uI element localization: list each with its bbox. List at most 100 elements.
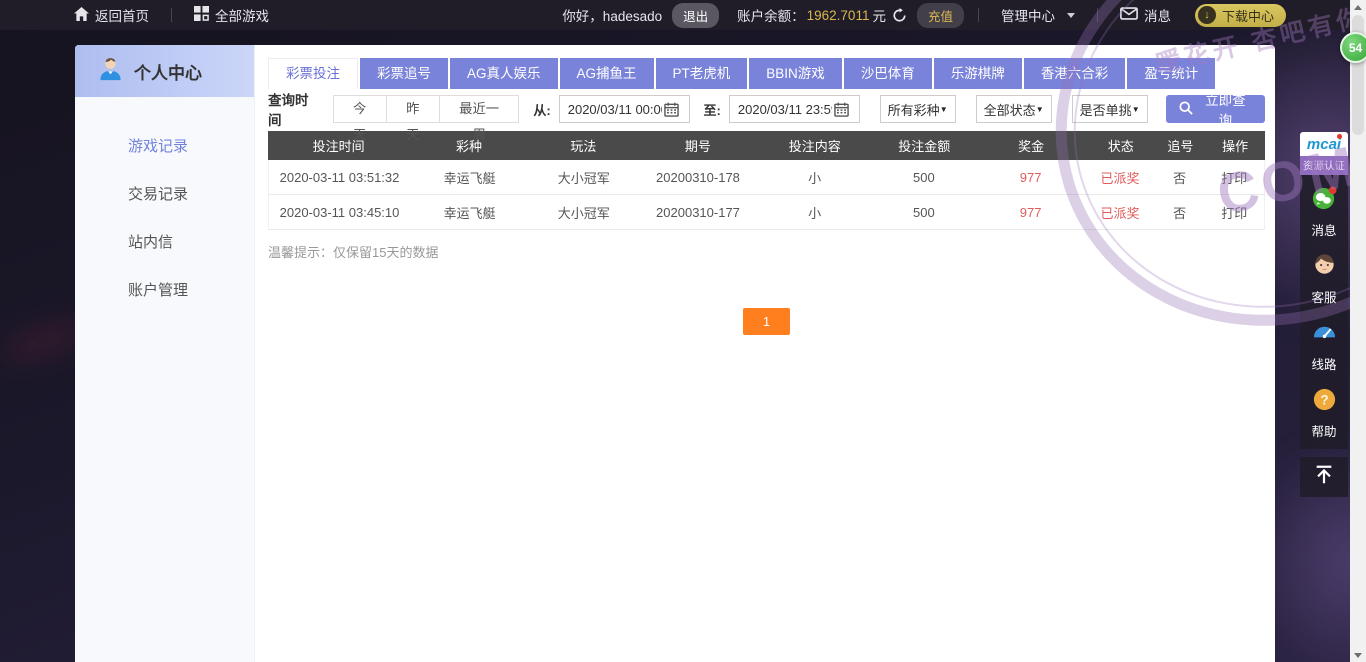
all-games-label: 全部游戏: [215, 5, 269, 25]
floating-toolbar-item[interactable]: 消息: [1300, 179, 1348, 246]
divider: [1097, 8, 1098, 22]
tab-item[interactable]: 彩票投注: [268, 58, 358, 89]
notification-count-badge[interactable]: 54: [1340, 32, 1366, 63]
messages-link[interactable]: 消息: [1112, 0, 1179, 30]
quick-date-button[interactable]: 昨天: [387, 95, 440, 123]
sidebar: 个人中心 游戏记录交易记录站内信账户管理: [75, 45, 255, 662]
filter-bar: 查询时间 今天昨天最近一周 从: 至: 所有彩种▼全部状态▼是否单挑▼: [268, 94, 1265, 124]
print-action[interactable]: 打印: [1204, 168, 1264, 187]
table-cell: 已派奖: [1085, 203, 1155, 222]
search-button[interactable]: 立即查询: [1166, 95, 1265, 123]
table-cell: 977: [976, 170, 1085, 185]
logout-button[interactable]: 退出: [672, 3, 719, 28]
table-cell: 幸运飞艇: [410, 203, 529, 222]
home-label: 返回首页: [95, 5, 149, 25]
calendar-icon[interactable]: [664, 102, 679, 117]
column-header: 投注金额: [872, 136, 976, 155]
download-center-button[interactable]: ↓ 下载中心: [1195, 4, 1286, 27]
chevron-down-icon: ▼: [940, 105, 948, 114]
avatar-icon: [97, 55, 124, 87]
table-cell: 20200310-178: [638, 170, 757, 185]
column-header: 投注内容: [758, 136, 872, 155]
calendar-icon[interactable]: [834, 102, 849, 117]
svg-text:?: ?: [1320, 392, 1328, 407]
admin-center-menu[interactable]: 管理中心: [993, 0, 1083, 30]
page-button-1[interactable]: 1: [743, 308, 790, 335]
customer-service-icon: [1311, 266, 1338, 283]
sidebar-header: 个人中心: [75, 45, 254, 97]
all-games-link[interactable]: 全部游戏: [186, 0, 277, 30]
filter-select[interactable]: 全部状态▼: [976, 95, 1052, 123]
recharge-button[interactable]: 充值: [917, 3, 964, 28]
certification-badge[interactable]: mcai: [1300, 132, 1348, 156]
floating-toolbar-items: 消息客服线路? 帮助: [1300, 175, 1348, 449]
back-to-top-icon: [1313, 464, 1335, 491]
tab-item[interactable]: PT老虎机: [656, 58, 748, 89]
balance-value: 1962.7011: [807, 8, 870, 23]
floating-item-label: 消息: [1300, 220, 1348, 239]
tab-item[interactable]: 香港六合彩: [1024, 58, 1126, 89]
main-content: 彩票投注彩票追号AG真人娱乐AG捕鱼王PT老虎机BBIN游戏沙巴体育乐游棋牌香港…: [255, 45, 1275, 662]
quick-date-buttons: 今天昨天最近一周: [333, 95, 520, 123]
game-record-tabs: 彩票投注彩票追号AG真人娱乐AG捕鱼王PT老虎机BBIN游戏沙巴体育乐游棋牌香港…: [268, 58, 1265, 89]
floating-item-label: 帮助: [1300, 421, 1348, 440]
floating-item-label: 线路: [1300, 354, 1348, 373]
column-header: 玩法: [529, 136, 638, 155]
sidebar-item[interactable]: 交易记录: [75, 171, 254, 219]
sidebar-item[interactable]: 账户管理: [75, 267, 254, 315]
filter-selects: 所有彩种▼全部状态▼是否单挑▼: [860, 95, 1148, 123]
quick-date-button[interactable]: 今天: [333, 95, 387, 123]
refresh-icon[interactable]: [892, 8, 907, 23]
scrollbar[interactable]: [1350, 0, 1366, 662]
print-action[interactable]: 打印: [1204, 203, 1264, 222]
floating-toolbar-item[interactable]: 线路: [1300, 313, 1348, 380]
chevron-down-icon: [1067, 13, 1075, 18]
from-label: 从:: [533, 100, 550, 119]
column-header: 彩种: [409, 136, 528, 155]
divider: [978, 8, 979, 22]
table-cell: 大小冠军: [529, 203, 638, 222]
sidebar-item[interactable]: 游戏记录: [75, 123, 254, 171]
quick-date-button[interactable]: 最近一周: [440, 95, 519, 123]
tab-item[interactable]: 沙巴体育: [844, 58, 932, 89]
scrollbar-down-arrow[interactable]: [1350, 648, 1366, 662]
tab-item[interactable]: 乐游棋牌: [934, 58, 1022, 89]
tab-item[interactable]: AG真人娱乐: [450, 58, 558, 89]
select-value: 全部状态: [984, 100, 1036, 119]
floating-toolbar-item[interactable]: 客服: [1300, 246, 1348, 313]
filter-select[interactable]: 所有彩种▼: [880, 95, 956, 123]
tab-item[interactable]: 盈亏统计: [1127, 58, 1215, 89]
floating-item-label: 客服: [1300, 287, 1348, 306]
to-label: 至:: [704, 100, 721, 119]
tab-item[interactable]: BBIN游戏: [749, 58, 842, 89]
table-cell: 20200310-177: [638, 205, 757, 220]
mcai-logo: mcai: [1307, 136, 1341, 153]
help-icon: ?: [1311, 400, 1338, 417]
certification-label: 资源认证: [1300, 156, 1348, 175]
grid-icon: [194, 6, 209, 24]
from-date-field: [559, 95, 690, 123]
balance-label: 账户余额：: [737, 5, 805, 25]
tab-item[interactable]: AG捕鱼王: [560, 58, 654, 89]
bet-records-table: 投注时间彩种玩法期号投注内容投注金额奖金状态追号操作 2020-03-11 03…: [268, 131, 1265, 230]
floating-toolbar-item[interactable]: ? 帮助: [1300, 380, 1348, 447]
column-header: 投注时间: [268, 136, 409, 155]
tab-item[interactable]: 彩票追号: [360, 58, 448, 89]
home-link[interactable]: 返回首页: [66, 0, 157, 30]
filter-select[interactable]: 是否单挑▼: [1072, 95, 1148, 123]
table-cell: 小: [758, 168, 872, 187]
envelope-icon: [1120, 7, 1138, 23]
table-cell: 2020-03-11 03:51:32: [269, 170, 410, 185]
table-cell: 500: [872, 205, 976, 220]
table-row: 2020-03-11 03:51:32幸运飞艇大小冠军20200310-178小…: [268, 160, 1265, 195]
to-date-input[interactable]: [730, 102, 832, 117]
from-date-input[interactable]: [560, 102, 662, 117]
scrollbar-up-arrow[interactable]: [1350, 0, 1366, 14]
top-bar: 返回首页 全部游戏 你好，hadesado 退出 账户余额： 1962.7011…: [0, 0, 1366, 30]
back-to-top-button[interactable]: [1300, 457, 1348, 497]
select-value: 所有彩种: [888, 100, 940, 119]
chevron-down-icon: ▼: [1036, 105, 1044, 114]
table-cell: 已派奖: [1085, 168, 1155, 187]
personal-center-card: 个人中心 游戏记录交易记录站内信账户管理 彩票投注彩票追号AG真人娱乐AG捕鱼王…: [75, 45, 1275, 662]
sidebar-item[interactable]: 站内信: [75, 219, 254, 267]
